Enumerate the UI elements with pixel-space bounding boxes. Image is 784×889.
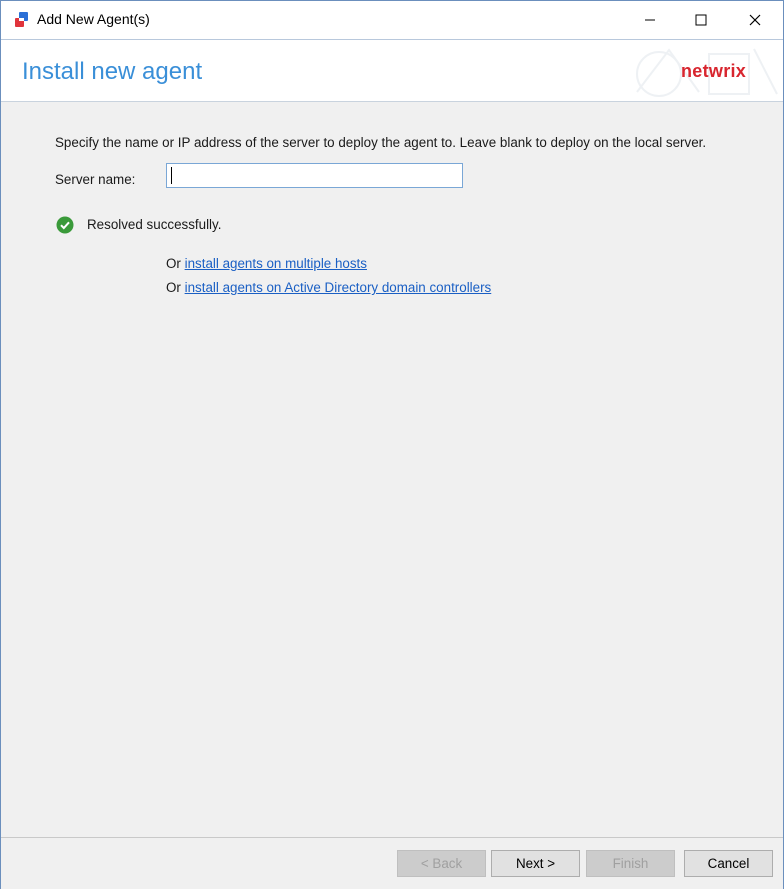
install-multiple-hosts-link[interactable]: install agents on multiple hosts xyxy=(185,256,367,271)
cancel-button[interactable]: Cancel xyxy=(684,850,773,877)
netwrix-logo: netwrix xyxy=(681,61,747,81)
install-domain-controllers-link[interactable]: install agents on Active Directory domai… xyxy=(185,280,492,295)
close-icon xyxy=(749,14,761,26)
instruction-text: Specify the name or IP address of the se… xyxy=(55,135,707,150)
minimize-button[interactable] xyxy=(627,1,673,39)
link-prefix: Or xyxy=(166,280,185,295)
title-bar[interactable]: Add New Agent(s) xyxy=(1,1,783,39)
server-name-input[interactable] xyxy=(166,163,463,188)
link-prefix: Or xyxy=(166,256,185,271)
maximize-icon xyxy=(695,14,707,26)
maximize-button[interactable] xyxy=(678,1,724,39)
wizard-content: Specify the name or IP address of the se… xyxy=(1,101,783,837)
status-message: Resolved successfully. xyxy=(87,217,222,232)
finish-button[interactable]: Finish xyxy=(586,850,675,877)
multiple-hosts-row: Or install agents on multiple hosts xyxy=(166,256,367,271)
domain-controllers-row: Or install agents on Active Directory do… xyxy=(166,280,491,295)
add-agent-window: Add New Agent(s) Install new agent netwr… xyxy=(0,0,784,889)
close-button[interactable] xyxy=(732,1,778,39)
minimize-icon xyxy=(645,19,655,21)
next-button[interactable]: Next > xyxy=(491,850,580,877)
page-title: Install new agent xyxy=(22,58,203,85)
success-check-icon xyxy=(56,216,74,234)
wizard-footer: < Back Next > Finish Cancel xyxy=(1,837,783,889)
back-button[interactable]: < Back xyxy=(397,850,486,877)
netwrix-app-icon xyxy=(15,12,28,27)
server-name-label: Server name: xyxy=(55,172,136,187)
window-title: Add New Agent(s) xyxy=(37,11,150,27)
text-caret xyxy=(171,167,172,184)
wizard-header: Install new agent netwrix xyxy=(1,39,783,102)
